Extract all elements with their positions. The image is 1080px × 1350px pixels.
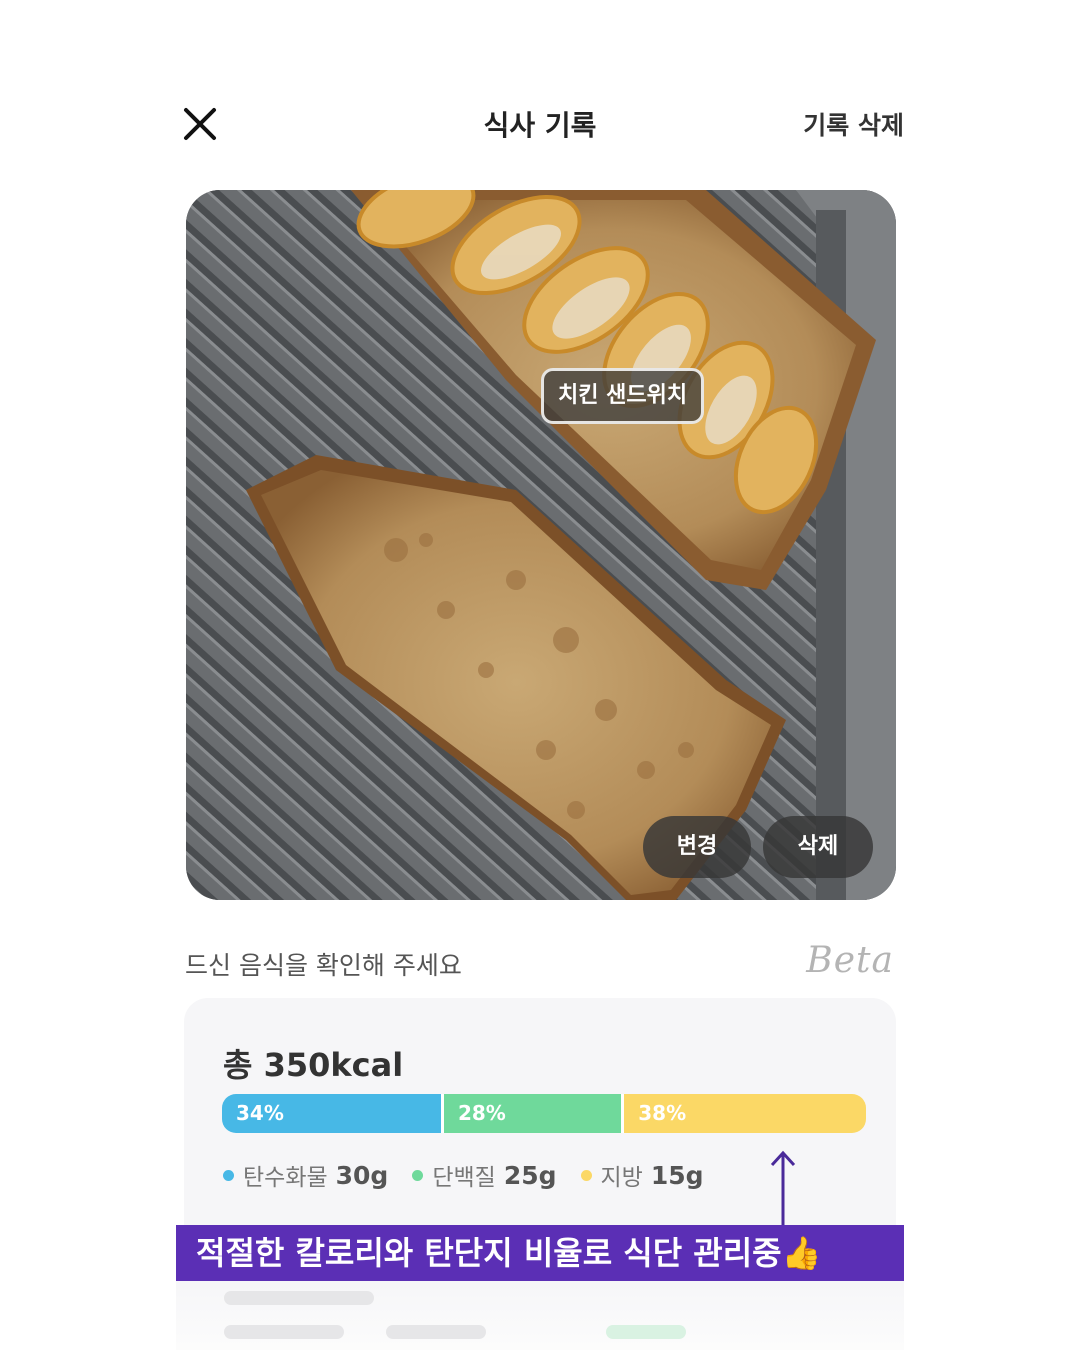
page-title: 식사 기록 [483, 109, 597, 142]
protein-ratio-segment: 28% [440, 1094, 622, 1133]
beta-badge: Beta [806, 940, 894, 981]
legend-fat: 지방 15g [580, 1158, 704, 1192]
change-button[interactable]: 변경 [643, 816, 751, 878]
legend-carbs-label: 탄수화물 [243, 1165, 328, 1191]
annotation-banner: 적절한 칼로리와 탄단지 비율로 식단 관리중👍 [176, 1225, 904, 1281]
fat-dot-icon [580, 1169, 592, 1181]
legend-protein-label: 단백질 [432, 1165, 496, 1191]
legend-carbs: 탄수화물 30g [223, 1158, 388, 1192]
legend-protein-value: 25g [503, 1160, 557, 1190]
legend-protein: 단백질 25g [412, 1158, 557, 1192]
legend-carbs-value: 30g [335, 1160, 389, 1190]
carbs-dot-icon [223, 1169, 234, 1181]
confirm-prompt: 드신 음식을 확인해 주세요 [185, 951, 462, 980]
fat-ratio-segment: 38% [621, 1094, 866, 1133]
arrow-up-icon [770, 1150, 796, 1228]
food-image [186, 190, 896, 900]
delete-photo-button[interactable]: 삭제 [763, 816, 873, 878]
food-tag[interactable]: 치킨 샌드위치 [541, 368, 705, 424]
protein-dot-icon [412, 1169, 424, 1181]
legend-fat-value: 15g [650, 1160, 704, 1190]
total-calories: 총 350kcal [223, 1046, 404, 1084]
carb-ratio-segment: 34% [222, 1094, 441, 1133]
legend-fat-label: 지방 [600, 1165, 643, 1191]
delete-record-button[interactable]: 기록 삭제 [803, 106, 904, 142]
macro-legend: 탄수화물 30g 단백질 25g 지방 15g [223, 1158, 728, 1192]
macro-ratio-bar: 34% 28% 38% [222, 1094, 866, 1133]
meal-photo [186, 190, 896, 900]
faded-list-item [176, 1281, 904, 1350]
